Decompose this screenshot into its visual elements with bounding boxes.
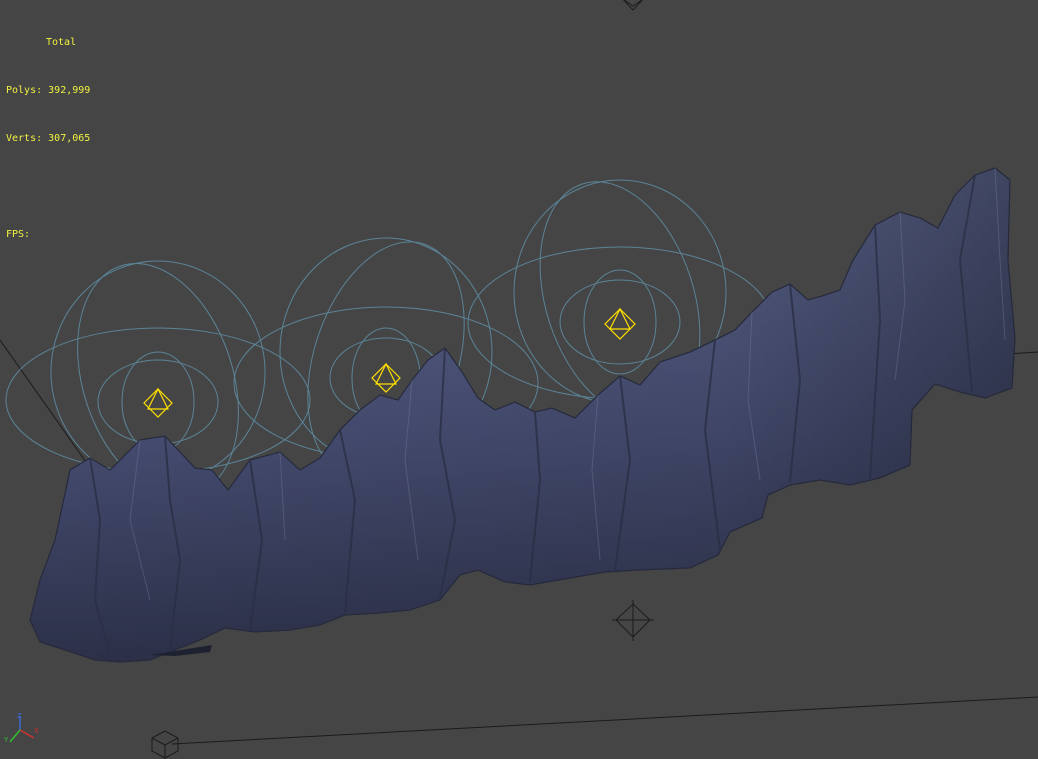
stats-verts-label: Verts: bbox=[6, 133, 43, 144]
axis-tripod-icon: Z X Y bbox=[3, 712, 39, 744]
view-cube-icon[interactable] bbox=[151, 730, 179, 759]
stats-polys-row: Polys: 392,999 bbox=[6, 83, 90, 99]
light-2-icon[interactable] bbox=[371, 362, 401, 393]
stats-total-label: Total bbox=[46, 37, 77, 48]
stats-verts-value: 307,065 bbox=[48, 133, 91, 144]
3d-viewport[interactable]: Z X Y Total Polys: 392,999 Verts: 307,06… bbox=[0, 0, 1038, 759]
axis-z-label: Z bbox=[17, 712, 22, 720]
stats-fps-label: FPS: bbox=[6, 229, 31, 240]
stats-spacer bbox=[6, 179, 90, 195]
stats-polys-label: Polys: bbox=[6, 85, 43, 96]
rock-mountain-mesh[interactable] bbox=[29, 167, 1016, 663]
light-3-icon[interactable] bbox=[604, 307, 636, 340]
viewport-statistics: Total Polys: 392,999 Verts: 307,065 FPS: bbox=[6, 3, 90, 275]
stats-verts-row: Verts: 307,065 bbox=[6, 131, 90, 147]
point-helper-icon[interactable] bbox=[612, 600, 654, 641]
grid-axis-line bbox=[0, 339, 87, 463]
light-gizmo-icon[interactable] bbox=[620, 0, 646, 11]
axis-x-label: X bbox=[34, 727, 39, 735]
axis-y-label: Y bbox=[3, 736, 9, 744]
light-1-icon[interactable] bbox=[143, 387, 173, 418]
stats-polys-value: 392,999 bbox=[48, 85, 91, 96]
grid-axis-line bbox=[171, 696, 1038, 745]
viewport-scene[interactable]: Z X Y bbox=[0, 0, 1038, 759]
